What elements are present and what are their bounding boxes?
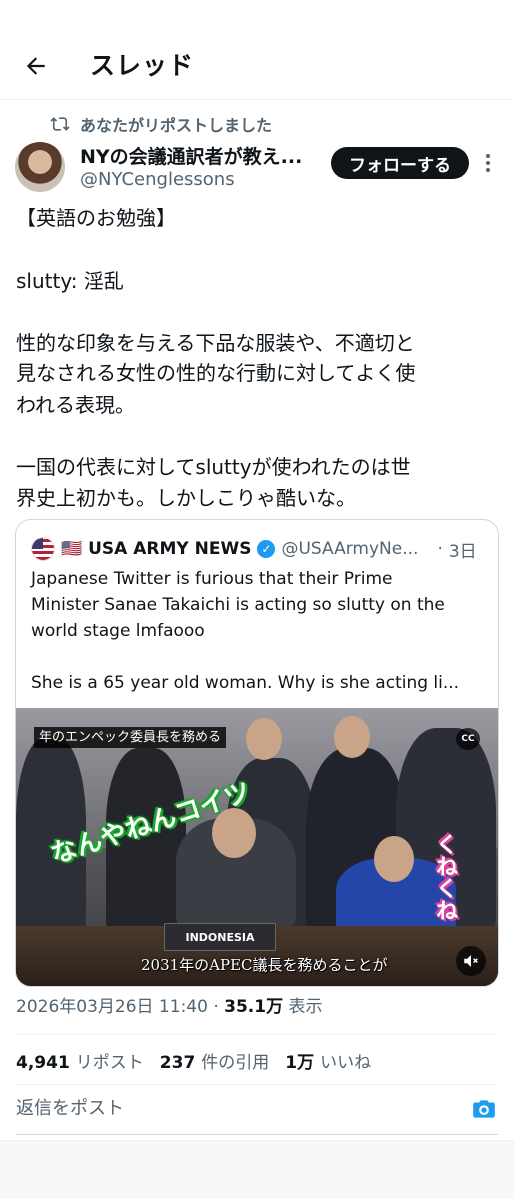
stat-reposts[interactable]: 4,941 リポスト — [16, 1050, 144, 1076]
post-text-line: 見なされる女性の性的な行動に対してよく使 — [16, 361, 416, 385]
post-text-line: 性的な印象を与える下品な服装や、不適切と — [16, 331, 415, 355]
reply-input[interactable]: 返信をポスト — [16, 1094, 124, 1124]
post-text-line: 【英語のお勉強】 — [16, 206, 176, 230]
page-title: スレッド — [90, 51, 195, 80]
author-name[interactable]: NYの会議通訳者が教え... — [80, 144, 320, 170]
verified-badge-icon: ✓ — [257, 540, 276, 558]
repost-indicator: あなたがリポストしました — [50, 112, 272, 136]
post-meta: 2026年03月26日 11:40 · 35.1万 表示 — [16, 994, 323, 1020]
divider — [16, 1034, 498, 1035]
divider — [16, 1084, 498, 1085]
video-overlay-text: くねくね — [432, 833, 457, 921]
back-button[interactable] — [20, 50, 52, 82]
post-text-line: 一国の代表に対してsluttyが使われたのは世 — [16, 455, 411, 479]
video-caption-bottom: 2031年のAPEC議長を務めることが — [141, 956, 388, 974]
mute-icon — [464, 955, 478, 967]
quoted-text-line: world stage lmfaooo — [31, 621, 205, 641]
bottom-area — [0, 1140, 514, 1199]
video-player[interactable]: 年のエンペック委員長を務める CC なんやねんコイツ くねくね INDONESI… — [16, 708, 498, 986]
top-bar: スレッド — [0, 0, 514, 100]
quoted-text-line: Minister Sanae Takaichi is acting so slu… — [31, 595, 445, 615]
camera-button[interactable] — [470, 1095, 498, 1123]
engagement-stats: 4,941 リポスト 237 件の引用 1万 いいね — [16, 1050, 371, 1076]
follow-button[interactable]: フォローする — [331, 147, 469, 179]
quoted-author-handle[interactable]: @USAArmyNe... — [281, 539, 431, 559]
video-head — [246, 718, 282, 760]
repost-icon — [50, 117, 70, 131]
more-vertical-icon[interactable] — [478, 150, 498, 176]
view-label: 表示 — [283, 997, 323, 1017]
video-head — [334, 716, 370, 758]
post-text-line: われる表現。 — [16, 393, 135, 417]
post-text-line: slutty: 淫乱 — [16, 269, 124, 293]
arrow-left-icon — [26, 57, 45, 75]
post-timestamp[interactable]: 2026年03月26日 11:40 · — [16, 997, 224, 1017]
camera-icon — [473, 1100, 495, 1118]
quoted-timestamp[interactable]: 3日 — [449, 537, 477, 562]
post-text-line: 界史上初かも。しかしこりゃ酷いな。 — [16, 486, 356, 510]
avatar[interactable] — [15, 142, 65, 192]
mute-button[interactable] — [456, 946, 486, 976]
quoted-text-line: Japanese Twitter is furious that their P… — [31, 569, 393, 589]
quoted-post-header: 🇺🇸 USA ARMY NEWS ✓ @USAArmyNe... · 3日 — [31, 536, 477, 562]
video-caption-top: 年のエンペック委員長を務める — [34, 727, 227, 748]
quoted-post[interactable]: 🇺🇸 USA ARMY NEWS ✓ @USAArmyNe... · 3日 Ja… — [15, 519, 499, 987]
separator-dot: · — [437, 539, 443, 559]
author-handle[interactable]: @NYCenglessons — [80, 168, 235, 192]
quoted-avatar[interactable] — [31, 537, 55, 561]
cc-icon[interactable]: CC — [456, 728, 480, 750]
stat-likes[interactable]: 1万 いいね — [285, 1050, 371, 1076]
view-count: 35.1万 — [224, 997, 284, 1017]
quoted-text-line: She is a 65 year old woman. Why is she a… — [31, 673, 460, 693]
video-placard: INDONESIA — [164, 923, 276, 951]
repost-label: あなたがリポストしました — [80, 116, 273, 135]
reply-divider — [16, 1134, 498, 1135]
quoted-author-name[interactable]: 🇺🇸 USA ARMY NEWS — [61, 539, 251, 559]
video-head — [374, 836, 414, 882]
stat-quotes[interactable]: 237 件の引用 — [160, 1050, 270, 1076]
